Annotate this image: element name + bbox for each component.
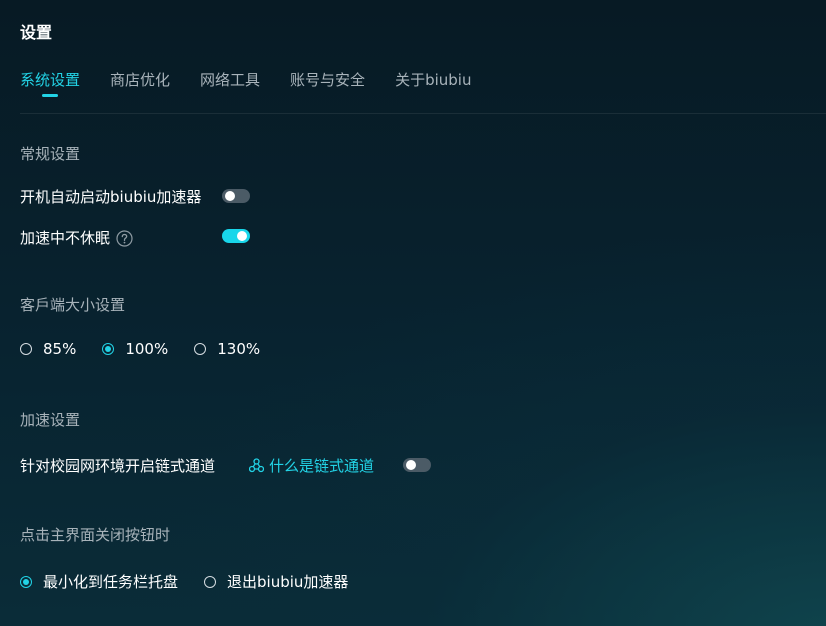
radio-circle — [204, 575, 217, 588]
radio-circle — [102, 343, 115, 355]
section-title-close-action: 点击主界面关闭按钮时 — [20, 526, 171, 544]
radio-size-100[interactable]: 100% — [102, 340, 168, 358]
settings-tabs: 系统设置 商店优化 网络工具 账号与安全 关于biubiu — [20, 69, 501, 97]
autostart-label: 开机自动启动biubiu加速器 — [20, 186, 201, 207]
radio-size-130[interactable]: 130% — [194, 340, 260, 358]
section-title-general: 常规设置 — [20, 145, 81, 163]
no-sleep-label: 加速中不休眠 — [20, 227, 133, 248]
close-action-radio-group: 最小化到任务栏托盘 退出biubiu加速器 — [20, 571, 374, 592]
radio-label: 130% — [217, 340, 261, 358]
no-sleep-label-text: 加速中不休眠 — [20, 229, 111, 247]
page-title: 设置 — [20, 23, 53, 42]
radio-exit-app[interactable]: 退出biubiu加速器 — [204, 571, 348, 592]
toggle-knob — [237, 231, 247, 241]
client-size-radio-group: 85% 100% 130% — [20, 340, 286, 358]
toggle-knob — [406, 460, 416, 470]
section-title-acceleration: 加速设置 — [20, 411, 81, 429]
tab-network-tools[interactable]: 网络工具 — [200, 69, 260, 97]
radio-label: 最小化到任务栏托盘 — [43, 573, 179, 591]
campus-chain-toggle[interactable] — [403, 458, 431, 472]
what-is-chain-link[interactable]: 什么是链式通道 — [249, 455, 374, 476]
radio-circle — [194, 343, 207, 355]
tab-store-optimize[interactable]: 商店优化 — [110, 69, 170, 97]
radio-label: 85% — [43, 340, 77, 358]
campus-chain-label: 针对校园网环境开启链式通道 — [20, 455, 215, 476]
radio-circle — [20, 575, 32, 588]
radio-label: 100% — [125, 340, 169, 358]
what-is-chain-link-text: 什么是链式通道 — [269, 457, 375, 475]
radio-circle — [20, 343, 32, 355]
radio-minimize-to-tray[interactable]: 最小化到任务栏托盘 — [20, 571, 178, 592]
tab-system-settings[interactable]: 系统设置 — [20, 69, 80, 97]
tabs-divider — [20, 113, 826, 114]
radio-size-85[interactable]: 85% — [20, 340, 76, 358]
toggle-knob — [225, 191, 235, 201]
tab-about[interactable]: 关于biubiu — [395, 69, 471, 97]
autostart-label-text: 开机自动启动biubiu加速器 — [20, 188, 202, 206]
tab-account-security[interactable]: 账号与安全 — [290, 69, 365, 97]
radio-label: 退出biubiu加速器 — [227, 573, 349, 591]
no-sleep-toggle[interactable] — [222, 229, 250, 243]
section-title-client-size: 客戶端大小设置 — [20, 296, 126, 314]
chain-nodes-icon — [249, 458, 264, 473]
question-circle-icon[interactable] — [116, 230, 133, 247]
campus-chain-label-text: 针对校园网环境开启链式通道 — [20, 457, 216, 475]
autostart-toggle[interactable] — [222, 189, 250, 203]
